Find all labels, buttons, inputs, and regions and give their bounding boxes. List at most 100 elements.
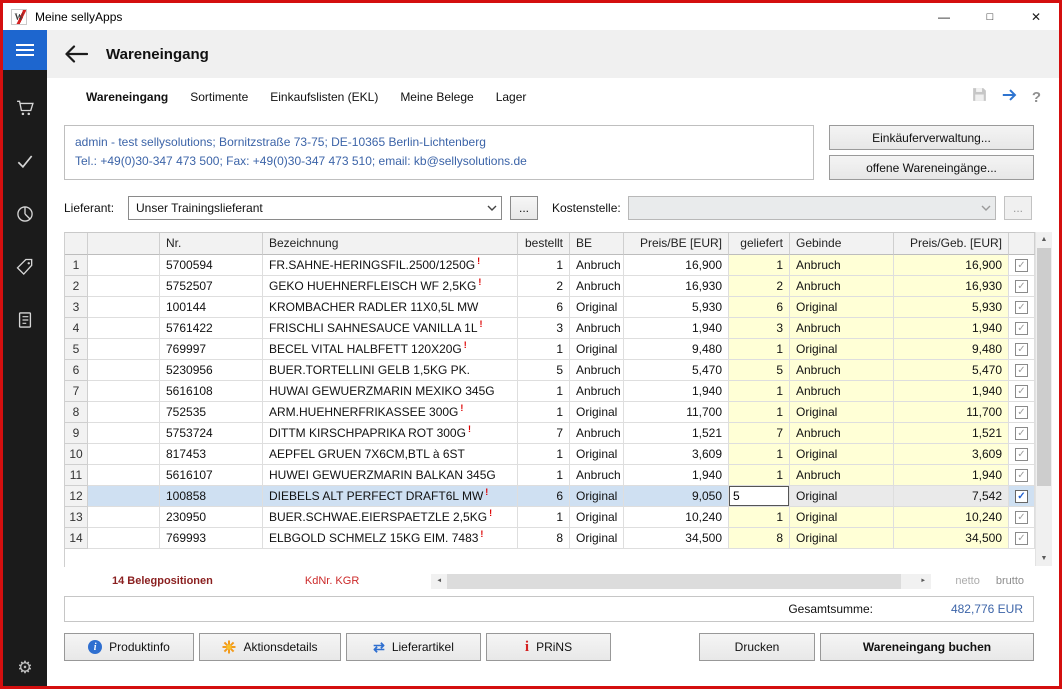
vertical-scrollbar[interactable]: ▲ ▼ [1035, 232, 1052, 566]
table-row[interactable]: 45761422FRISCHLI SAHNESAUCE VANILLA 1L!3… [65, 318, 1035, 339]
price-per-package-cell[interactable]: 16,930 [894, 276, 1009, 297]
price-per-unit-cell[interactable]: 10,240 [624, 507, 729, 528]
table-row[interactable]: 8752535ARM.HUEHNERFRIKASSEE 300G!1Origin… [65, 402, 1035, 423]
kostenstelle-select[interactable] [628, 196, 996, 220]
delivered-qty-cell[interactable]: 1 [729, 381, 790, 402]
col-header-bezeichnung[interactable]: Bezeichnung [263, 233, 518, 255]
row-checkbox[interactable]: ✓ [1015, 511, 1028, 524]
price-per-package-cell[interactable]: 7,542 [894, 486, 1009, 507]
price-per-unit-cell[interactable]: 16,900 [624, 255, 729, 276]
row-checkbox[interactable]: ✓ [1015, 532, 1028, 545]
table-row[interactable]: 13230950BUER.SCHWAE.EIERSPAETZLE 2,5KG!1… [65, 507, 1035, 528]
price-per-package-cell[interactable]: 1,521 [894, 423, 1009, 444]
table-row[interactable]: 5769997BECEL VITAL HALBFETT 120X20G!1Ori… [65, 339, 1035, 360]
ordered-qty-cell[interactable]: 1 [518, 507, 570, 528]
price-per-package-cell[interactable]: 5,470 [894, 360, 1009, 381]
description-cell[interactable]: KROMBACHER RADLER 11X0,5L MW [263, 297, 518, 318]
description-cell[interactable]: HUWAI GEWUERZMARIN MEXIKO 345G [263, 381, 518, 402]
package-unit-cell[interactable]: Original [790, 339, 894, 360]
price-per-package-cell[interactable]: 1,940 [894, 465, 1009, 486]
forward-button[interactable] [1001, 87, 1019, 108]
row-checkbox[interactable]: ✓ [1015, 259, 1028, 272]
article-number-cell[interactable]: 817453 [160, 444, 263, 465]
article-number-cell[interactable]: 769997 [160, 339, 263, 360]
ordered-qty-cell[interactable]: 7 [518, 423, 570, 444]
package-unit-cell[interactable]: Original [790, 444, 894, 465]
delivered-qty-cell[interactable]: 1 [729, 255, 790, 276]
ordered-qty-cell[interactable]: 1 [518, 381, 570, 402]
col-header-status[interactable] [88, 233, 160, 255]
price-per-unit-cell[interactable]: 3,609 [624, 444, 729, 465]
kostenstelle-browse-button[interactable]: ... [1004, 196, 1032, 220]
horizontal-scrollbar-thumb[interactable] [447, 574, 901, 589]
tab-lager[interactable]: Lager [485, 90, 538, 104]
price-per-unit-cell[interactable]: 1,940 [624, 381, 729, 402]
article-number-cell[interactable]: 5616107 [160, 465, 263, 486]
lieferant-select[interactable]: Unser Trainingslieferant [128, 196, 502, 220]
wareneingang-buchen-button[interactable]: Wareneingang buchen [820, 633, 1034, 661]
article-number-cell[interactable]: 5230956 [160, 360, 263, 381]
order-unit-cell[interactable]: Original [570, 297, 624, 318]
close-button[interactable]: ✕ [1013, 3, 1059, 30]
row-checkbox[interactable]: ✓ [1015, 322, 1028, 335]
row-checkbox[interactable]: ✓ [1015, 448, 1028, 461]
package-unit-cell[interactable]: Original [790, 528, 894, 549]
minimize-button[interactable]: — [921, 3, 967, 30]
order-unit-cell[interactable]: Original [570, 528, 624, 549]
sidebar-item-documents[interactable] [15, 310, 35, 335]
description-cell[interactable]: HUWEI GEWUERZMARIN BALKAN 345G [263, 465, 518, 486]
package-unit-cell[interactable]: Anbruch [790, 255, 894, 276]
row-checkbox[interactable]: ✓ [1015, 490, 1028, 503]
article-number-cell[interactable]: 5700594 [160, 255, 263, 276]
scroll-left-icon[interactable]: ◄ [431, 574, 447, 589]
table-row[interactable]: 25752507GEKO HUEHNERFLEISCH WF 2,5KG!2An… [65, 276, 1035, 297]
lieferant-browse-button[interactable]: ... [510, 196, 538, 220]
col-header-preis-be[interactable]: Preis/BE [EUR] [624, 233, 729, 255]
table-row[interactable]: 3100144KROMBACHER RADLER 11X0,5L MW6Orig… [65, 297, 1035, 318]
article-number-cell[interactable]: 5753724 [160, 423, 263, 444]
package-unit-cell[interactable]: Original [790, 507, 894, 528]
description-cell[interactable]: BECEL VITAL HALBFETT 120X20G! [263, 339, 518, 360]
ordered-qty-cell[interactable]: 2 [518, 276, 570, 297]
article-number-cell[interactable]: 100858 [160, 486, 263, 507]
price-per-package-cell[interactable]: 3,609 [894, 444, 1009, 465]
table-row[interactable]: 95753724DITTM KIRSCHPAPRIKA ROT 300G!7An… [65, 423, 1035, 444]
ordered-qty-cell[interactable]: 5 [518, 360, 570, 381]
order-unit-cell[interactable]: Original [570, 486, 624, 507]
col-header-preis-geb[interactable]: Preis/Geb. [EUR] [894, 233, 1009, 255]
row-checkbox[interactable]: ✓ [1015, 469, 1028, 482]
ordered-qty-cell[interactable]: 1 [518, 402, 570, 423]
article-number-cell[interactable]: 5761422 [160, 318, 263, 339]
offene-wareneingaenge-button[interactable]: offene Wareneingänge... [829, 155, 1034, 180]
package-unit-cell[interactable]: Anbruch [790, 381, 894, 402]
ordered-qty-cell[interactable]: 3 [518, 318, 570, 339]
price-per-package-cell[interactable]: 10,240 [894, 507, 1009, 528]
ordered-qty-cell[interactable]: 1 [518, 444, 570, 465]
ordered-qty-cell[interactable]: 8 [518, 528, 570, 549]
row-checkbox[interactable]: ✓ [1015, 280, 1028, 293]
aktionsdetails-button[interactable]: Aktionsdetails [199, 633, 341, 661]
einkaeuferverwaltung-button[interactable]: Einkäuferverwaltung... [829, 125, 1034, 150]
order-unit-cell[interactable]: Original [570, 339, 624, 360]
delivered-qty-input[interactable] [729, 486, 789, 506]
maximize-button[interactable]: □ [967, 3, 1013, 30]
checkbox-cell[interactable]: ✓ [1009, 507, 1035, 528]
order-unit-cell[interactable]: Anbruch [570, 360, 624, 381]
order-unit-cell[interactable]: Anbruch [570, 276, 624, 297]
settings-button[interactable]: ⚙ [17, 659, 32, 676]
ordered-qty-cell[interactable]: 6 [518, 297, 570, 318]
sidebar-item-check[interactable] [15, 151, 35, 176]
back-button[interactable] [64, 45, 88, 63]
checkbox-cell[interactable]: ✓ [1009, 465, 1035, 486]
checkbox-cell[interactable]: ✓ [1009, 255, 1035, 276]
delivered-qty-cell[interactable]: 6 [729, 297, 790, 318]
row-checkbox[interactable]: ✓ [1015, 385, 1028, 398]
checkbox-cell[interactable]: ✓ [1009, 276, 1035, 297]
delivered-qty-cell[interactable]: 2 [729, 276, 790, 297]
scroll-right-icon[interactable]: ► [915, 574, 931, 589]
order-unit-cell[interactable]: Original [570, 402, 624, 423]
order-unit-cell[interactable]: Original [570, 444, 624, 465]
col-header-geliefert[interactable]: geliefert [729, 233, 790, 255]
vertical-scrollbar-thumb[interactable] [1037, 248, 1051, 486]
horizontal-scrollbar-track[interactable] [447, 574, 915, 589]
